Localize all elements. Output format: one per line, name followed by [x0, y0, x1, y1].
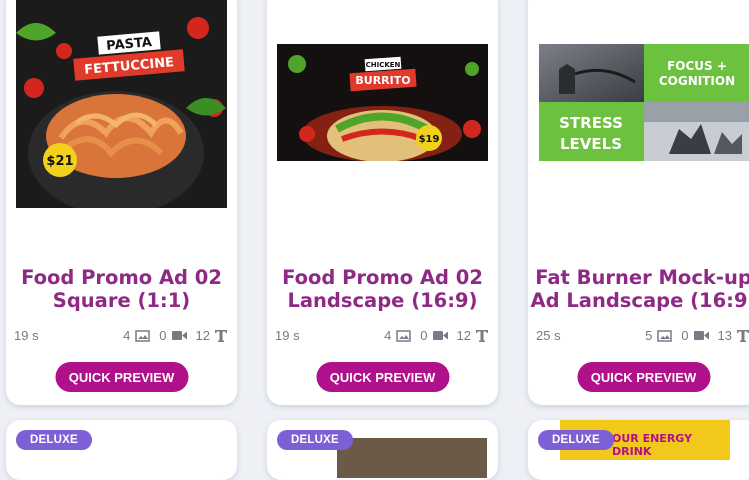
template-title: Food Promo Ad 02 Square (1:1) [21, 266, 222, 312]
deluxe-badge: DELUXE [277, 430, 353, 450]
pasta-food-image: PASTA FETTUCCINE $21 [16, 17, 226, 208]
image-icon [135, 329, 151, 342]
template-meta: 19 s 4 0 12 [14, 328, 229, 346]
text-icon [476, 329, 488, 342]
template-card[interactable]: PASTA FETTUCCINE $21 Food Promo Ad 02 Sq… [6, 0, 237, 405]
template-card[interactable]: DELUXE OUR ENERGY DRINK [528, 420, 749, 480]
template-meta: 25 s 5 0 13 [536, 328, 749, 346]
template-title: Fat Burner Mock-up Ad Landscape (16:9) [530, 266, 749, 312]
duration: 25 s [536, 328, 561, 343]
video-count: 0 [420, 328, 428, 343]
template-card[interactable]: FOCUS + COGNITION STRESS LEVELS Fat Burn… [528, 0, 749, 405]
video-count: 0 [681, 328, 689, 343]
thumb-word1: CHICKEN [366, 61, 401, 69]
template-thumbnail[interactable]: CHICKEN BURRITO $19 [277, 44, 488, 161]
thumb-snippet: OUR ENERGY DRINK [612, 432, 693, 458]
video-icon [171, 331, 187, 340]
template-meta: 19 s 4 0 12 [275, 328, 490, 346]
image-count: 4 [123, 328, 131, 343]
thumb-line2: COGNITION [659, 74, 735, 88]
duration: 19 s [275, 328, 300, 343]
quick-preview-button[interactable]: QUICK PREVIEW [316, 362, 449, 392]
template-thumbnail[interactable]: FOCUS + COGNITION STRESS LEVELS [539, 44, 749, 161]
template-thumbnail[interactable] [337, 438, 487, 478]
thumb-line1: FOCUS + [667, 59, 727, 73]
image-icon [396, 329, 412, 342]
image-count: 5 [645, 328, 653, 343]
template-card[interactable]: DELUXE [6, 420, 237, 480]
template-title: Food Promo Ad 02 Landscape (16:9) [282, 266, 483, 312]
text-icon [737, 329, 749, 342]
image-icon [657, 329, 673, 342]
fitness-image: FOCUS + COGNITION STRESS LEVELS [539, 44, 749, 161]
thumb-word1: PASTA [106, 35, 153, 54]
video-icon [432, 331, 448, 340]
thumb-line4: LEVELS [560, 135, 622, 153]
video-count: 0 [159, 328, 167, 343]
quick-preview-button[interactable]: QUICK PREVIEW [577, 362, 710, 392]
thumb-line3: STRESS [559, 114, 623, 132]
thumb-price: $19 [419, 134, 440, 145]
template-card[interactable]: CHICKEN BURRITO $19 Food Promo Ad 02 Lan… [267, 0, 498, 405]
text-count: 12 [195, 328, 210, 343]
text-icon [215, 329, 227, 342]
template-card[interactable]: DELUXE [267, 420, 498, 480]
template-thumbnail[interactable]: PASTA FETTUCCINE $21 [16, 0, 227, 208]
burrito-food-image: CHICKEN BURRITO $19 [277, 44, 488, 161]
thumb-word2: BURRITO [355, 74, 410, 87]
video-icon [693, 331, 709, 340]
deluxe-badge: DELUXE [538, 430, 614, 450]
duration: 19 s [14, 328, 39, 343]
deluxe-badge: DELUXE [16, 430, 92, 450]
text-count: 13 [717, 328, 732, 343]
quick-preview-button[interactable]: QUICK PREVIEW [55, 362, 188, 392]
text-count: 12 [456, 328, 471, 343]
image-count: 4 [384, 328, 392, 343]
thumb-price: $21 [46, 154, 73, 169]
